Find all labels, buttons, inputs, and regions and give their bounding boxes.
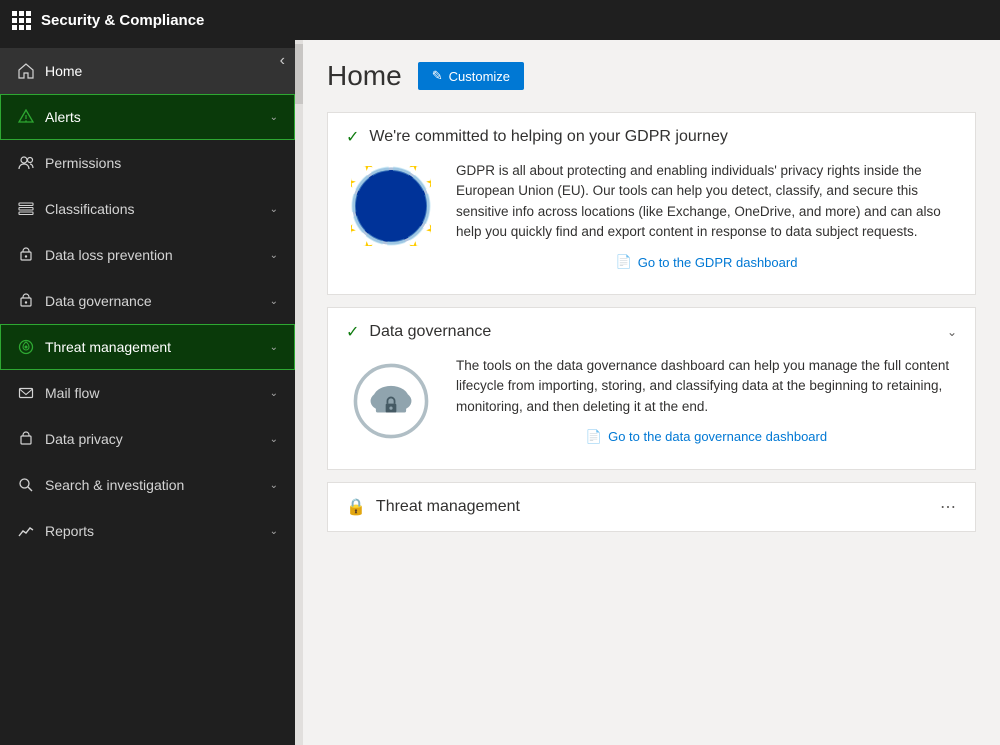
- search-icon: [17, 476, 35, 494]
- sidebar-item-mail-label: Mail flow: [45, 385, 99, 401]
- gdpr-check-icon: ✓: [346, 127, 359, 147]
- sidebar-collapse-button[interactable]: ‹: [280, 52, 285, 70]
- home-icon: [17, 62, 35, 80]
- sidebar-item-classifications-label: Classifications: [45, 201, 134, 217]
- page-header: Home ✎ Customize: [327, 60, 976, 92]
- gdpr-card: ✓ We're committed to helping on your GDP…: [327, 112, 976, 295]
- sidebar-item-mail-flow[interactable]: Mail flow ⌄: [0, 370, 295, 416]
- governance-link-text: Go to the data governance dashboard: [608, 429, 827, 444]
- cloud-governance-image: [346, 356, 436, 446]
- sidebar-item-home-label: Home: [45, 63, 82, 79]
- app-grid-icon[interactable]: [12, 11, 31, 30]
- gdpr-card-text: GDPR is all about protecting and enablin…: [456, 161, 957, 242]
- threat-chevron-icon: ⌄: [270, 342, 278, 353]
- permissions-icon: [17, 154, 35, 172]
- sidebar-item-home[interactable]: Home: [0, 48, 295, 94]
- sidebar-item-data-governance[interactable]: Data governance ⌄: [0, 278, 295, 324]
- sidebar-nav: Home Alerts ⌄: [0, 40, 295, 554]
- gdpr-dashboard-link[interactable]: 📄 Go to the GDPR dashboard: [456, 242, 957, 274]
- search-chevron-icon: ⌄: [270, 480, 278, 491]
- sidebar-item-reports-label: Reports: [45, 523, 94, 539]
- classifications-chevron-icon: ⌄: [270, 204, 278, 215]
- threat-management-card: 🔒 Threat management ⋯: [327, 482, 976, 532]
- alerts-chevron-icon: ⌄: [270, 112, 278, 123]
- threat-icon: [17, 338, 35, 356]
- gdpr-card-header[interactable]: ✓ We're committed to helping on your GDP…: [328, 113, 975, 161]
- privacy-chevron-icon: ⌄: [270, 434, 278, 445]
- alert-icon: [17, 108, 35, 126]
- governance-icon: [17, 292, 35, 310]
- data-governance-card-title: Data governance: [369, 323, 491, 341]
- dlp-chevron-icon: ⌄: [270, 250, 278, 261]
- main-content: Home ✎ Customize ✓ We're committed to he…: [303, 40, 1000, 745]
- data-governance-card-text: The tools on the data governance dashboa…: [456, 356, 957, 417]
- sidebar: ‹ Home: [0, 40, 295, 745]
- top-bar: Security & Compliance: [0, 0, 1000, 40]
- sidebar-item-threat-label: Threat management: [45, 339, 171, 355]
- threat-lock-icon: 🔒: [346, 497, 366, 517]
- sidebar-item-search-label: Search & investigation: [45, 477, 184, 493]
- page-title: Home: [327, 60, 402, 92]
- sidebar-item-dlp-label: Data loss prevention: [45, 247, 173, 263]
- mail-chevron-icon: ⌄: [270, 388, 278, 399]
- data-governance-check-icon: ✓: [346, 322, 359, 342]
- mail-icon: [17, 384, 35, 402]
- dlp-icon: [17, 246, 35, 264]
- data-governance-chevron-icon: ⌄: [947, 325, 957, 339]
- threat-card-title: Threat management: [376, 498, 520, 516]
- sidebar-item-privacy-label: Data privacy: [45, 431, 123, 447]
- data-governance-dashboard-link[interactable]: 📄 Go to the data governance dashboard: [456, 417, 957, 449]
- layout: ‹ Home: [0, 40, 1000, 745]
- sidebar-item-permissions-label: Permissions: [45, 155, 121, 171]
- sidebar-item-data-governance-label: Data governance: [45, 293, 152, 309]
- gdpr-link-icon: 📄: [616, 254, 632, 270]
- gdpr-card-title: We're committed to helping on your GDPR …: [369, 128, 727, 146]
- sidebar-item-classifications[interactable]: Classifications ⌄: [0, 186, 295, 232]
- sidebar-item-threat-management[interactable]: Threat management ⌄: [0, 324, 295, 370]
- eu-flag-image: [346, 161, 436, 251]
- sidebar-item-search[interactable]: Search & investigation ⌄: [0, 462, 295, 508]
- threat-more-options-icon[interactable]: ⋯: [940, 497, 957, 517]
- customize-button[interactable]: ✎ Customize: [418, 62, 524, 90]
- data-governance-card: ✓ Data governance ⌄: [327, 307, 976, 470]
- classifications-icon: [17, 200, 35, 218]
- data-governance-card-header[interactable]: ✓ Data governance ⌄: [328, 308, 975, 356]
- sidebar-item-alerts-label: Alerts: [45, 109, 81, 125]
- sidebar-item-alerts[interactable]: Alerts ⌄: [0, 94, 295, 140]
- sidebar-item-reports[interactable]: Reports ⌄: [0, 508, 295, 554]
- customize-button-label: Customize: [449, 69, 510, 84]
- sidebar-scrollbar-thumb[interactable]: [295, 44, 303, 104]
- sidebar-item-permissions[interactable]: Permissions: [0, 140, 295, 186]
- gdpr-link-text: Go to the GDPR dashboard: [638, 255, 798, 270]
- sidebar-item-data-privacy[interactable]: Data privacy ⌄: [0, 416, 295, 462]
- customize-pencil-icon: ✎: [432, 68, 443, 84]
- reports-chevron-icon: ⌄: [270, 526, 278, 537]
- data-governance-chevron-icon: ⌄: [270, 296, 278, 307]
- privacy-icon: [17, 430, 35, 448]
- sidebar-item-dlp[interactable]: Data loss prevention ⌄: [0, 232, 295, 278]
- data-governance-card-body: The tools on the data governance dashboa…: [328, 356, 975, 469]
- app-title: Security & Compliance: [41, 12, 204, 29]
- gdpr-card-body: GDPR is all about protecting and enablin…: [328, 161, 975, 294]
- threat-card-header[interactable]: 🔒 Threat management ⋯: [328, 483, 975, 531]
- sidebar-scrollbar[interactable]: [295, 40, 303, 745]
- reports-icon: [17, 522, 35, 540]
- governance-link-icon: 📄: [586, 429, 602, 445]
